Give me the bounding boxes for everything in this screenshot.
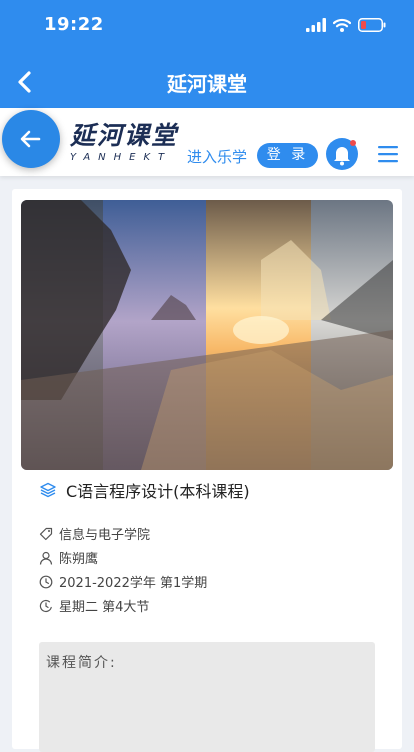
department-row: 信息与电子学院 [39,524,150,543]
cover-art [21,200,393,470]
course-cover-image [21,200,393,470]
menu-icon[interactable] [378,145,398,163]
schedule-row: 星期二 第4大节 [39,596,149,615]
battery-icon [358,18,386,32]
course-title-row[interactable]: C语言程序设计(本科课程) [40,478,250,502]
course-title: C语言程序设计(本科课程) [66,482,250,501]
signal-icon [306,18,326,32]
tag-icon [39,527,53,540]
notification-button[interactable] [326,138,358,170]
enter-lexue-link[interactable]: 进入乐学 [187,146,247,167]
term-row: 2021-2022学年 第1学期 [39,572,207,591]
teacher-row: 陈朔鹰 [39,548,98,567]
page-title: 延河课堂 [167,72,247,96]
term-text: 2021-2022学年 第1学期 [59,576,208,591]
wifi-icon [333,18,351,32]
status-icons [306,18,386,32]
site-logo[interactable]: 延河课堂 YANHEKT [70,121,179,164]
history-icon [39,599,52,612]
login-button[interactable]: 登 录 [257,143,318,168]
clock-icon [39,575,53,588]
logo-english: YANHEKT [70,152,173,163]
status-time: 19:22 [44,14,104,35]
teacher-text: 陈朔鹰 [59,552,99,567]
notification-dot [350,140,356,146]
course-intro-label: 课程简介: [46,655,117,671]
back-button[interactable] [2,110,60,168]
logo-chinese: 延河课堂 [70,121,179,150]
department-text: 信息与电子学院 [59,528,151,543]
nav-bar: 延河课堂 [0,56,414,108]
schedule-text: 星期二 第4大节 [59,600,150,615]
layers-icon [40,482,56,498]
user-icon [39,551,53,565]
status-bar: 19:22 [0,0,414,56]
arrow-left-icon [20,130,41,148]
